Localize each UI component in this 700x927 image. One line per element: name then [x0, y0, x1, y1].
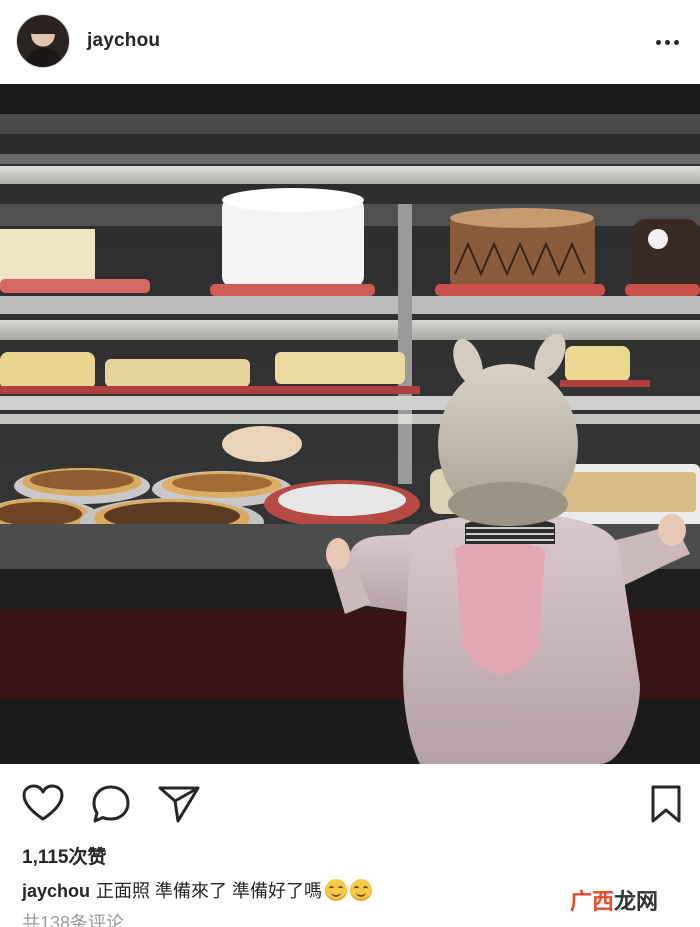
post-caption: jaychou 正面照 準備來了 準備好了嗎: [22, 877, 373, 903]
caption-text: 正面照 準備來了 準備好了嗎: [96, 881, 323, 901]
paper-plane-icon[interactable]: [158, 784, 200, 824]
more-dot: [664, 39, 670, 45]
post-header: jaychou: [0, 0, 700, 84]
avatar-body: [26, 48, 62, 67]
more-dot: [673, 39, 679, 45]
likes-count[interactable]: 1,115次赞: [22, 842, 107, 869]
bookmark-icon[interactable]: [650, 784, 682, 824]
grinning-squint-emoji-icon: [325, 879, 348, 901]
heart-icon[interactable]: [22, 784, 64, 822]
more-options-icon[interactable]: [652, 32, 682, 52]
post-username[interactable]: jaychou: [87, 30, 160, 52]
bakery-display-photo: [0, 84, 700, 764]
grinning-squint-emoji-icon: [350, 879, 373, 901]
shelf-1: [0, 296, 700, 314]
shelf-divider: [398, 204, 412, 484]
view-comments-link[interactable]: 共138条评论: [22, 909, 124, 927]
plate: [222, 426, 302, 462]
action-bar: [0, 764, 700, 840]
site-watermark: 广西龙网: [570, 884, 658, 916]
shelf-2: [0, 396, 700, 410]
avatar[interactable]: [16, 14, 70, 68]
post-photo[interactable]: [0, 84, 700, 764]
caption-username[interactable]: jaychou: [22, 881, 90, 901]
watermark-part-1: 广西: [570, 889, 615, 914]
more-dot: [655, 39, 661, 45]
avatar-hair: [30, 21, 58, 34]
watermark-part-2: 龙网: [614, 889, 659, 914]
top-light-strip: [0, 166, 700, 184]
comment-bubble-icon[interactable]: [91, 784, 131, 824]
